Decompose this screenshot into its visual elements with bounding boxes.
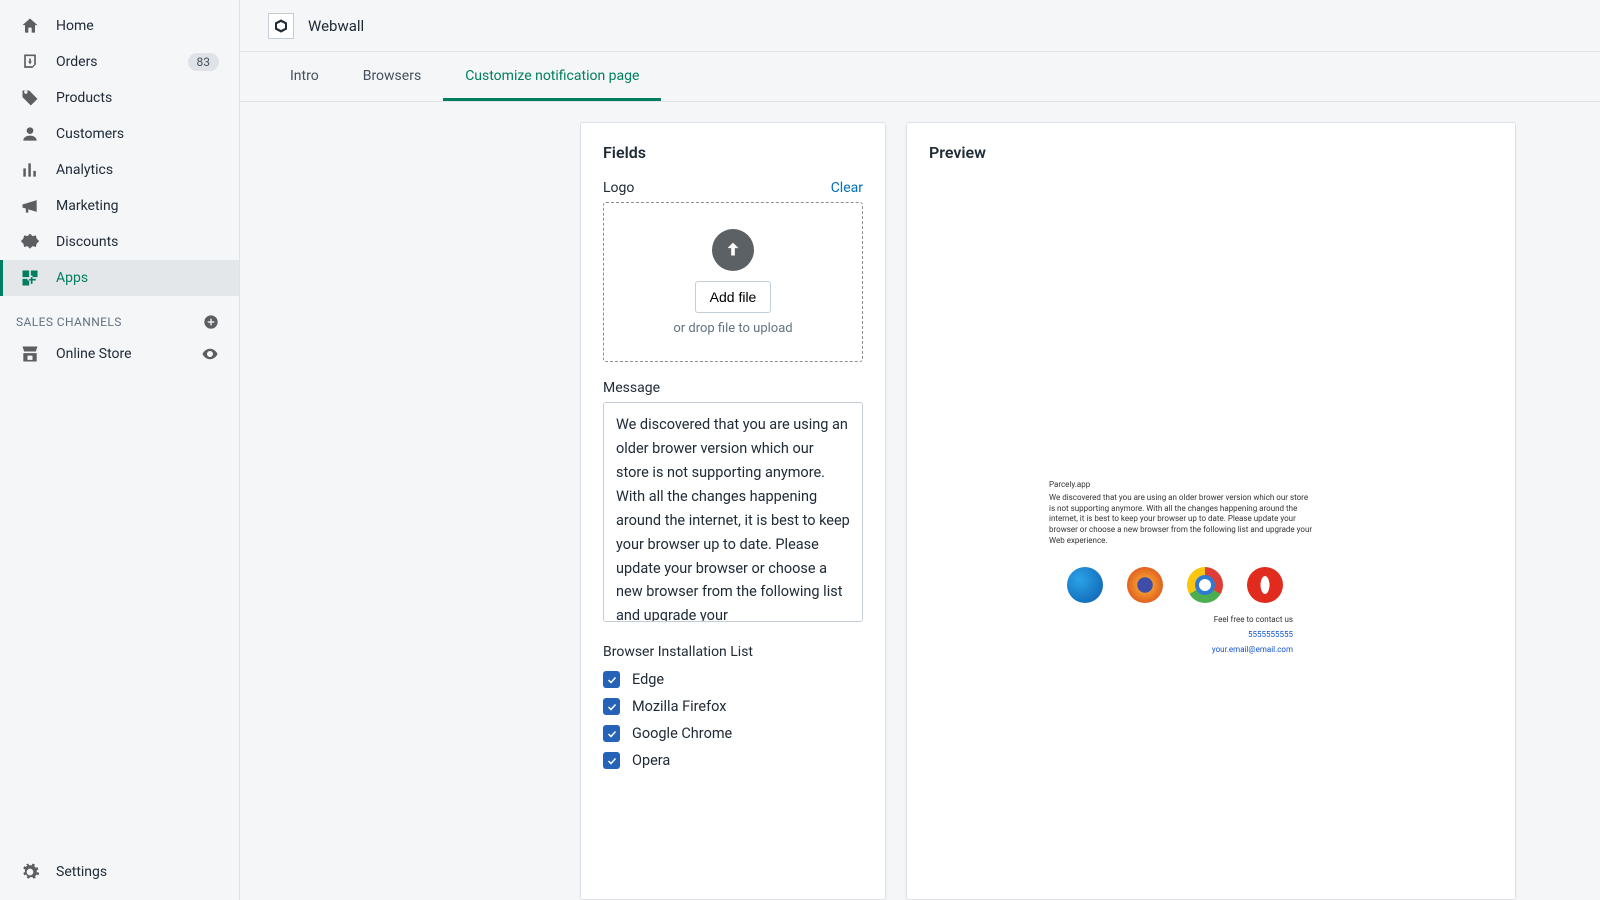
orders-badge: 83 xyxy=(188,53,220,71)
sidebar-label-analytics: Analytics xyxy=(56,162,219,178)
sidebar-label-marketing: Marketing xyxy=(56,198,219,214)
sidebar-label-home: Home xyxy=(56,18,219,34)
add-file-button[interactable]: Add file xyxy=(695,281,772,313)
fields-heading: Fields xyxy=(603,143,863,162)
preview-browser-icons xyxy=(1067,567,1473,603)
browser-label: Google Chrome xyxy=(632,725,732,742)
sidebar-item-online-store[interactable]: Online Store xyxy=(0,336,239,372)
sidebar-item-products[interactable]: Products xyxy=(0,80,239,116)
chrome-icon xyxy=(1187,567,1223,603)
sales-channels-header: SALES CHANNELS xyxy=(0,296,239,336)
sidebar-label-apps: Apps xyxy=(56,270,219,286)
checkbox-checked-icon[interactable] xyxy=(603,725,620,742)
sidebar-item-analytics[interactable]: Analytics xyxy=(0,152,239,188)
browser-item-firefox[interactable]: Mozilla Firefox xyxy=(603,693,863,720)
tab-browsers[interactable]: Browsers xyxy=(341,52,443,101)
person-icon xyxy=(20,124,40,144)
browser-label: Mozilla Firefox xyxy=(632,698,726,715)
preview-site-name: Parcely.app xyxy=(1049,480,1314,491)
browser-label: Edge xyxy=(632,671,664,688)
sidebar-label-orders: Orders xyxy=(56,54,188,70)
topbar: Webwall xyxy=(240,0,1600,52)
clear-link[interactable]: Clear xyxy=(831,180,863,196)
checkbox-checked-icon[interactable] xyxy=(603,671,620,688)
preview-card: Preview Parcely.app We discovered that y… xyxy=(906,122,1516,900)
sidebar-item-home[interactable]: Home xyxy=(0,8,239,44)
browser-item-chrome[interactable]: Google Chrome xyxy=(603,720,863,747)
message-label: Message xyxy=(603,380,863,396)
main: Webwall Intro Browsers Customize notific… xyxy=(240,0,1600,900)
logo-label: Logo xyxy=(603,180,634,196)
megaphone-icon xyxy=(20,196,40,216)
apps-icon xyxy=(20,268,40,288)
bar-chart-icon xyxy=(20,160,40,180)
browser-item-opera[interactable]: Opera xyxy=(603,747,863,774)
inbox-icon xyxy=(20,52,40,72)
browser-list-label: Browser Installation List xyxy=(603,644,863,660)
app-icon xyxy=(268,13,294,39)
preview-footer: Feel free to contact us 5555555555 your.… xyxy=(1049,615,1293,654)
sidebar-label-customers: Customers xyxy=(56,126,219,142)
preview-body: Parcely.app We discovered that you are u… xyxy=(929,180,1493,879)
sidebar-item-apps[interactable]: Apps xyxy=(0,260,239,296)
tag-icon xyxy=(20,88,40,108)
edge-icon xyxy=(1067,567,1103,603)
preview-contact-label: Feel free to contact us xyxy=(1049,615,1293,624)
message-textarea[interactable] xyxy=(603,402,863,622)
drop-hint: or drop file to upload xyxy=(673,321,792,336)
app-title: Webwall xyxy=(308,17,364,35)
sidebar-label-settings: Settings xyxy=(56,864,219,880)
tab-intro[interactable]: Intro xyxy=(268,52,341,101)
tabs: Intro Browsers Customize notification pa… xyxy=(240,52,1600,102)
sidebar-label-products: Products xyxy=(56,90,219,106)
sidebar: Home Orders 83 Products Customers Analyt… xyxy=(0,0,240,900)
preview-email-link[interactable]: your.email@email.com xyxy=(1049,645,1293,654)
preview-message: We discovered that you are using an olde… xyxy=(1049,493,1314,547)
eye-icon[interactable] xyxy=(201,345,219,363)
sales-channels-label: SALES CHANNELS xyxy=(16,315,122,329)
discount-icon xyxy=(20,232,40,252)
upload-icon xyxy=(712,229,754,271)
sidebar-item-customers[interactable]: Customers xyxy=(0,116,239,152)
plus-circle-icon[interactable] xyxy=(203,314,219,330)
firefox-icon xyxy=(1127,567,1163,603)
checkbox-checked-icon[interactable] xyxy=(603,698,620,715)
home-icon xyxy=(20,16,40,36)
sidebar-label-store: Online Store xyxy=(56,346,201,362)
gear-icon xyxy=(20,862,40,882)
opera-icon xyxy=(1247,567,1283,603)
store-icon xyxy=(20,344,40,364)
sidebar-label-discounts: Discounts xyxy=(56,234,219,250)
browser-label: Opera xyxy=(632,752,670,769)
logo-dropzone[interactable]: Add file or drop file to upload xyxy=(603,202,863,362)
browser-item-edge[interactable]: Edge xyxy=(603,666,863,693)
sidebar-item-discounts[interactable]: Discounts xyxy=(0,224,239,260)
preview-heading: Preview xyxy=(929,143,1493,162)
fields-card: Fields Logo Clear Add file or drop file … xyxy=(580,122,886,900)
preview-phone-link[interactable]: 5555555555 xyxy=(1049,630,1293,639)
tab-customize[interactable]: Customize notification page xyxy=(443,52,661,101)
sidebar-item-marketing[interactable]: Marketing xyxy=(0,188,239,224)
checkbox-checked-icon[interactable] xyxy=(603,752,620,769)
sidebar-item-settings[interactable]: Settings xyxy=(0,854,239,900)
sidebar-item-orders[interactable]: Orders 83 xyxy=(0,44,239,80)
